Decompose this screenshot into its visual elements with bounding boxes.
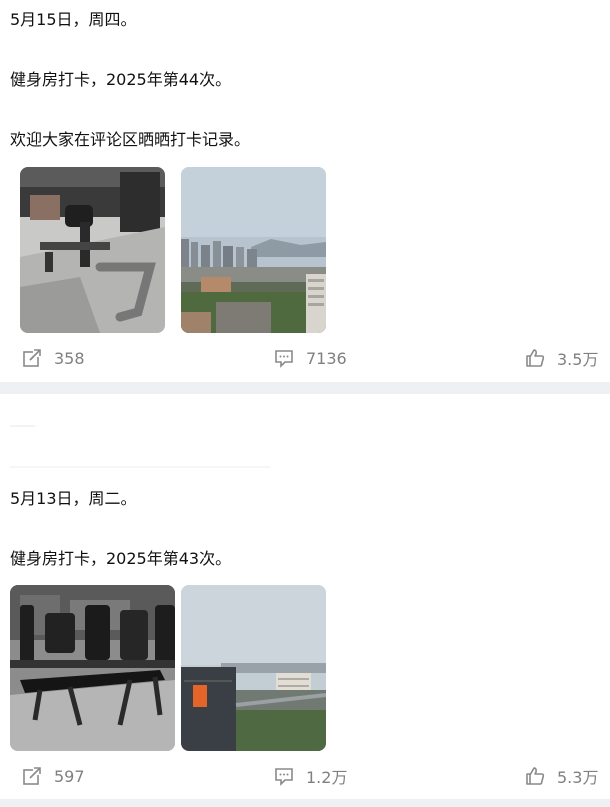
comment-button[interactable]: 7136 [274, 343, 347, 373]
post-text-line: 健身房打卡，2025年第43次。 [10, 549, 232, 568]
thumbs-up-icon [526, 767, 545, 785]
repost-icon [23, 766, 42, 785]
like-button[interactable]: 5.3万 [525, 761, 598, 791]
post-separator [0, 382, 610, 394]
post-card-2: 5月13日，周二。 健身房打卡，2025年第43次。 597 1.2万 5.3万 [0, 394, 610, 807]
comment-count: 7136 [306, 348, 347, 368]
like-button[interactable]: 3.5万 [525, 343, 598, 373]
repost-button[interactable]: 597 [22, 761, 85, 791]
city-buildings-photo[interactable] [181, 585, 326, 751]
gym-benches-photo[interactable] [10, 585, 175, 751]
post-text-line: 5月13日，周二。 [10, 489, 137, 508]
city-skyline-photo[interactable] [181, 167, 326, 333]
post-card-1: 5月15日，周四。 健身房打卡，2025年第44次。 欢迎大家在评论区晒晒打卡记… [0, 0, 610, 382]
repost-count: 597 [54, 766, 85, 786]
comment-count: 1.2万 [306, 768, 348, 787]
repost-button[interactable]: 358 [22, 343, 85, 373]
comment-icon [275, 350, 293, 368]
post-text-line: 欢迎大家在评论区晒晒打卡记录。 [10, 130, 251, 149]
post-actions-bar: 358 7136 3.5万 [0, 343, 610, 373]
post-text-line: 5月15日，周四。 [10, 10, 137, 29]
thumbs-up-icon [526, 349, 545, 367]
like-count: 3.5万 [557, 350, 599, 369]
post-text-line: 健身房打卡，2025年第44次。 [10, 70, 232, 89]
repost-icon [23, 348, 42, 367]
comment-icon [275, 768, 293, 786]
post-separator [0, 799, 610, 807]
like-count: 5.3万 [557, 768, 599, 787]
comment-button[interactable]: 1.2万 [274, 761, 347, 791]
repost-count: 358 [54, 348, 85, 368]
post-actions-bar: 597 1.2万 5.3万 [0, 761, 610, 791]
gym-equipment-photo[interactable] [20, 167, 165, 333]
